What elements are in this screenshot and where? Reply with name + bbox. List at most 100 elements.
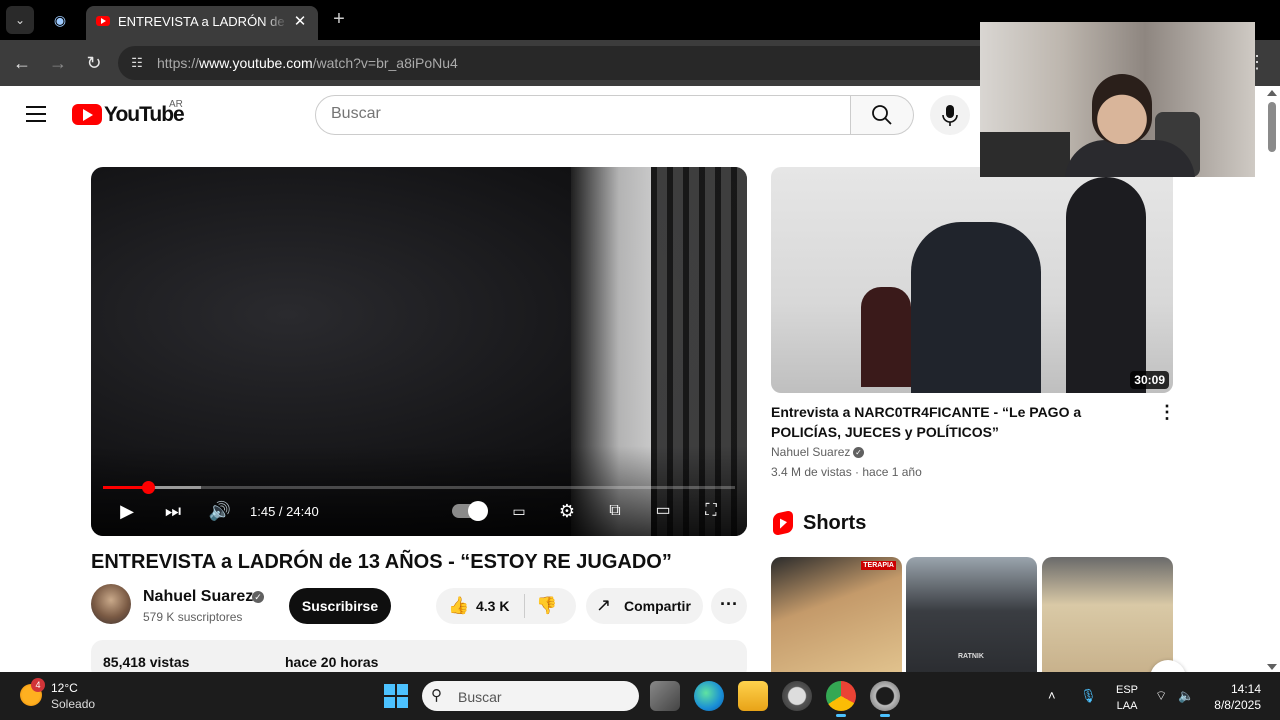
guide-menu-hamburger-icon[interactable] <box>26 106 46 122</box>
like-thumbs-up-icon[interactable]: 👍 <box>448 595 470 617</box>
youtube-favicon-icon <box>96 16 110 26</box>
system-clock[interactable]: 14:14 8/8/2025 <box>1205 681 1261 713</box>
subscriber-count: 579 K suscriptores <box>143 610 243 624</box>
forward-arrow-icon[interactable]: → <box>47 52 69 74</box>
recommended-verified-check-icon: ✓ <box>853 447 864 458</box>
dislike-thumbs-down-icon[interactable]: 👎 <box>536 595 558 617</box>
taskbar-search-icon: ⚲ <box>431 687 442 704</box>
new-tab-plus-icon[interactable]: + <box>328 8 350 30</box>
browser-tab-active[interactable]: ENTREVISTA a LADRÓN de 13 AÑOS - “ESTOY … <box>86 6 318 40</box>
thumb-person-3 <box>1066 177 1146 393</box>
obs-recorder-icon[interactable] <box>870 681 900 717</box>
theater-mode-icon[interactable]: ▭ <box>649 499 677 523</box>
lang-line-2: LAA <box>1116 700 1138 712</box>
start-windows-icon[interactable] <box>384 684 408 708</box>
time-display: 1:45 / 24:40 <box>250 504 319 519</box>
search-input[interactable] <box>331 105 831 123</box>
recommended-more-kebab-icon[interactable]: ⋮ <box>1158 402 1176 422</box>
webcam-person-head <box>1092 74 1152 144</box>
video-duration: 30:09 <box>1130 371 1169 389</box>
recommended-channel[interactable]: Nahuel Suarez <box>771 445 850 459</box>
webcam-desk <box>980 132 1070 177</box>
share-arrow-icon: ↗ <box>596 595 612 615</box>
windows-taskbar: 4 12°C Soleado ⚲ Buscar ˄ 🎙 ESP LAA ⌔ 🔈 … <box>0 672 1280 720</box>
weather-temperature[interactable]: 12°C <box>51 681 78 695</box>
progress-bar[interactable] <box>103 481 735 494</box>
next-video-icon[interactable]: ⏭ <box>159 499 187 523</box>
file-explorer-folder-icon[interactable] <box>738 681 768 711</box>
tray-chevron-up-icon[interactable]: ˄ <box>1048 688 1056 703</box>
clock-app-icon[interactable] <box>782 681 812 711</box>
play-icon[interactable]: ▶ <box>113 499 141 523</box>
volume-icon[interactable]: 🔊 <box>206 499 234 523</box>
weather-condition[interactable]: Soleado <box>51 697 95 711</box>
search-button[interactable] <box>851 95 914 135</box>
short-item[interactable]: TERAPIA <box>771 557 902 677</box>
voice-search-button[interactable] <box>930 95 970 135</box>
video-title: ENTREVISTA a LADRÓN de 13 AÑOS - “ESTOY … <box>91 551 672 573</box>
tray-microphone-icon[interactable]: 🎙 <box>1080 688 1097 704</box>
channel-avatar[interactable] <box>91 584 131 624</box>
short-item[interactable] <box>1042 557 1173 677</box>
url-prefix: https:// <box>157 55 200 71</box>
short-tag: TERAPIA <box>861 561 896 570</box>
page-scrollbar[interactable] <box>1264 86 1280 672</box>
lang-line-1: ESP <box>1116 684 1139 696</box>
chrome-browser-icon[interactable] <box>826 681 856 717</box>
wifi-icon[interactable]: ⌔ <box>1155 688 1167 704</box>
site-info-tune-icon[interactable]: ☷ <box>128 54 146 72</box>
subscribe-button[interactable]: Suscribirse <box>289 588 391 624</box>
subtitles-icon[interactable]: ▭ <box>505 499 533 523</box>
pinned-tab-globe-icon[interactable]: ◉ <box>48 9 72 31</box>
like-divider <box>524 594 525 618</box>
tab-search-chevron-down-icon[interactable]: ⌄ <box>6 6 34 34</box>
microphone-icon <box>942 105 958 126</box>
webcam-overlay <box>980 22 1255 177</box>
youtube-logo-icon[interactable] <box>72 104 102 125</box>
scroll-down-arrow-icon[interactable] <box>1267 664 1277 670</box>
more-actions-icon[interactable]: ··· <box>711 588 747 624</box>
tab-title: ENTREVISTA a LADRÓN de 13 AÑOS - “ESTOY … <box>118 14 288 29</box>
thumb-person-1 <box>861 287 911 387</box>
close-tab-icon[interactable]: ✕ <box>290 12 310 32</box>
search-box[interactable] <box>315 95 851 135</box>
like-dislike-group: 👍 4.3 K 👎 <box>436 588 576 624</box>
shorts-heading: Shorts <box>803 512 867 534</box>
recommended-thumbnail[interactable]: 30:09 <box>771 167 1173 393</box>
verified-check-icon: ✓ <box>252 591 264 603</box>
miniplayer-icon[interactable]: ⧉ <box>601 499 629 523</box>
settings-gear-icon[interactable]: ⚙ <box>553 499 581 523</box>
video-player[interactable]: ▶ ⏭ 🔊 1:45 / 24:40 ▭ ⚙ ⧉ ▭ ⛶ <box>91 167 747 536</box>
scrollbar-thumb[interactable] <box>1268 102 1276 152</box>
short-item[interactable]: RATNIK <box>906 557 1037 677</box>
edge-browser-icon[interactable] <box>694 681 724 711</box>
scroll-up-arrow-icon[interactable] <box>1267 90 1277 96</box>
share-button[interactable]: ↗ Compartir <box>586 588 703 624</box>
back-arrow-icon[interactable]: ← <box>11 52 33 74</box>
short-tag: RATNIK <box>958 653 984 660</box>
autoplay-toggle[interactable] <box>452 501 488 521</box>
country-code: AR <box>169 99 183 110</box>
search-icon <box>872 105 892 125</box>
weather-badge: 4 <box>31 678 45 692</box>
taskbar-search-label: Buscar <box>458 689 502 705</box>
url-domain: www.youtube.com <box>199 55 313 71</box>
clock-time: 14:14 <box>1230 682 1261 696</box>
channel-name[interactable]: Nahuel Suarez <box>143 588 253 606</box>
url-path: /watch?v=br_a8iPoNu4 <box>312 55 458 71</box>
taskbar-search[interactable]: ⚲ Buscar <box>422 681 639 711</box>
task-view-icon[interactable] <box>650 681 680 711</box>
reload-icon[interactable]: ↻ <box>83 52 105 74</box>
fullscreen-icon[interactable]: ⛶ <box>697 499 725 523</box>
scrubber-knob[interactable] <box>141 481 155 494</box>
clock-date: 8/8/2025 <box>1214 698 1261 712</box>
recommended-title[interactable]: Entrevista a NARC0TR4FICANTE - “Le PAGO … <box>771 402 1141 442</box>
speaker-icon[interactable]: 🔈 <box>1178 688 1194 704</box>
address-bar[interactable]: ☷ https://www.youtube.com/watch?v=br_a8i… <box>118 46 998 80</box>
recommended-meta: 3.4 M de vistas · hace 1 año <box>771 465 922 479</box>
keyboard-language[interactable]: ESP LAA <box>1116 682 1138 714</box>
like-count[interactable]: 4.3 K <box>476 598 509 614</box>
share-label: Compartir <box>624 598 691 614</box>
url-text[interactable]: https://www.youtube.com/watch?v=br_a8iPo… <box>157 55 458 71</box>
webcam-person-body <box>1065 140 1195 177</box>
